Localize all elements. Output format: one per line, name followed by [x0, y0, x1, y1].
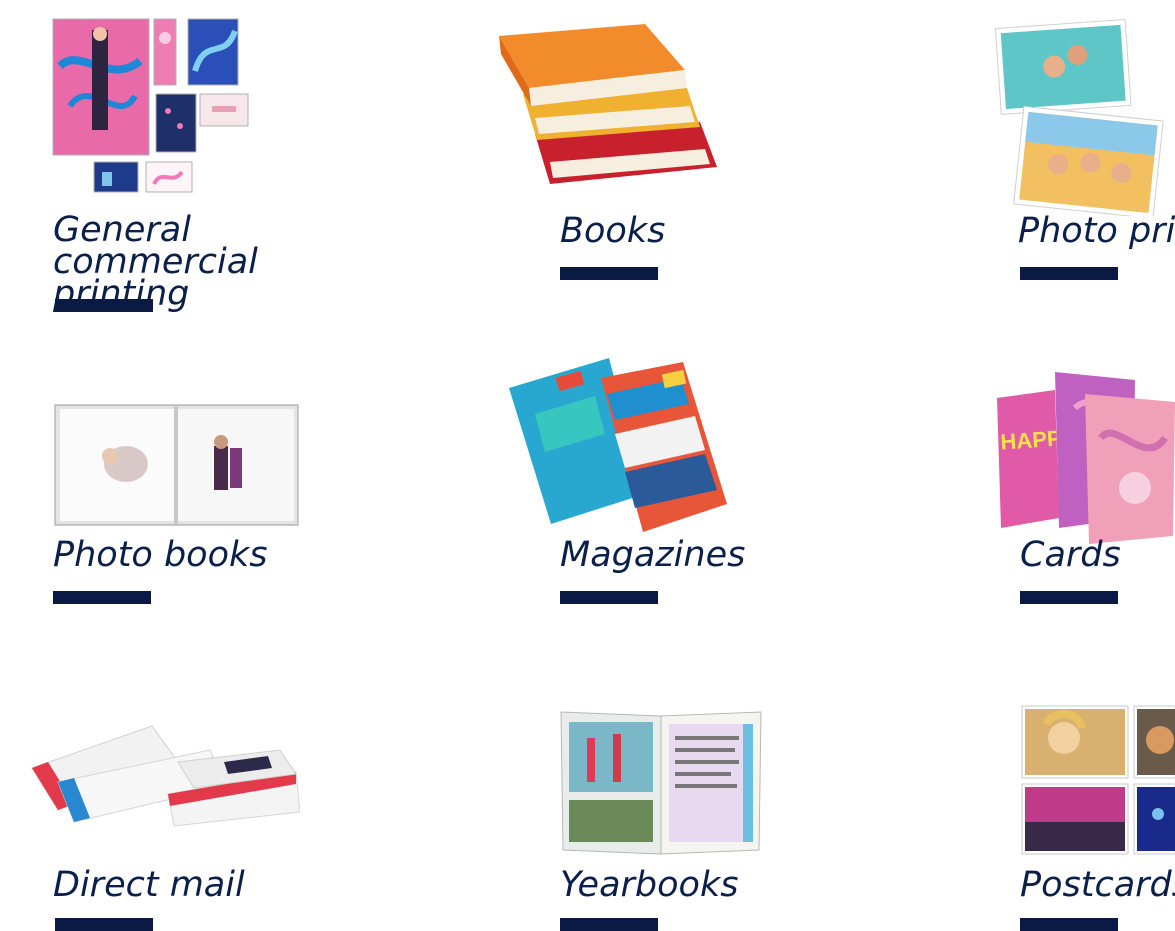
underline-bar: [560, 918, 658, 931]
photo-prints-icon: [994, 16, 1175, 216]
underline-bar: [53, 591, 151, 604]
tile-label: Cards: [1020, 535, 1121, 575]
stacked-books-icon: [495, 22, 725, 190]
direct-mail-envelopes-icon: [28, 722, 300, 828]
underline-bar: [1020, 267, 1118, 280]
tile-label: Direct mail: [53, 865, 245, 905]
magazines-icon: [505, 354, 730, 534]
underline-bar: [560, 591, 658, 604]
tile-label: Yearbooks: [560, 865, 739, 905]
underline-bar: [560, 267, 658, 280]
tile-label: General commercial printing: [53, 210, 258, 314]
open-photo-book-icon: [54, 404, 300, 528]
tile-label: Photo prints: [1018, 211, 1175, 251]
underline-bar: [55, 918, 153, 931]
greeting-cards-icon: HAPPY: [995, 368, 1175, 544]
commercial-print-collage-icon: [50, 16, 260, 196]
open-yearbook-icon: [557, 708, 765, 858]
tile-label: Photo books: [53, 535, 268, 575]
underline-bar: [55, 299, 153, 312]
postcards-grid-icon: [1020, 704, 1175, 856]
tile-label: Magazines: [560, 535, 746, 575]
tile-label: Books: [560, 211, 666, 251]
underline-bar: [1020, 918, 1118, 931]
tile-label: Postcards: [1020, 865, 1175, 905]
underline-bar: [1020, 591, 1118, 604]
